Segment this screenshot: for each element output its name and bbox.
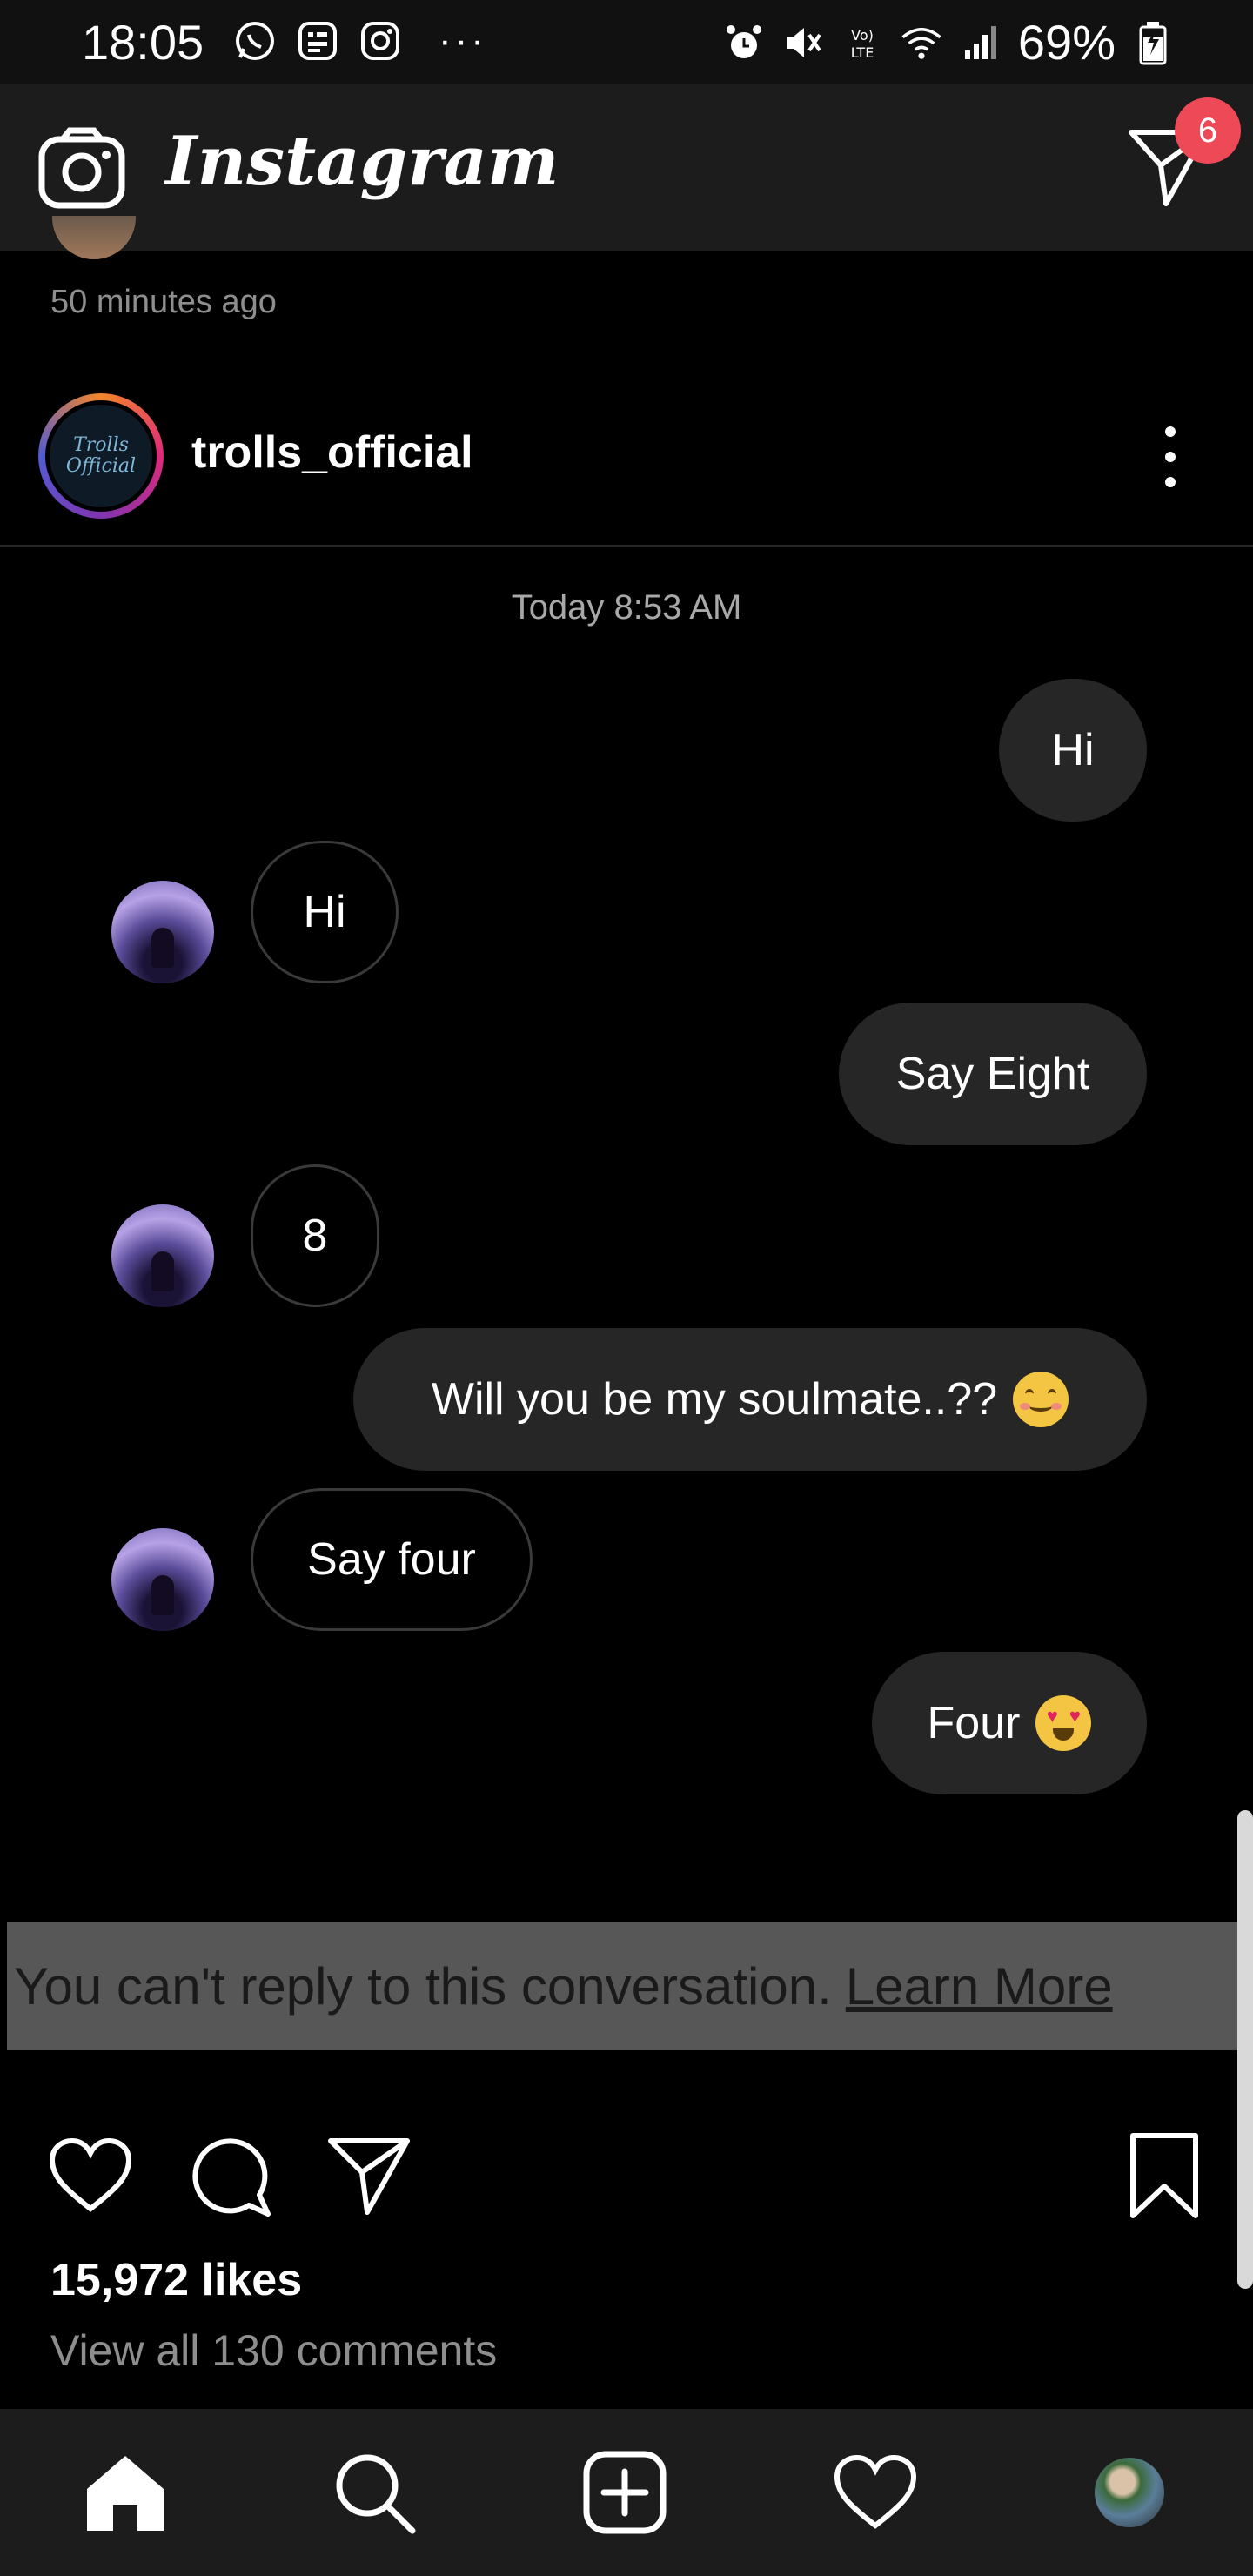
bookmark-icon[interactable] <box>1119 2130 1209 2221</box>
post-avatar[interactable]: Trolls Official <box>38 393 164 519</box>
post-avatar-logo: Trolls Official <box>50 405 152 507</box>
status-time: 18:05 <box>82 15 204 70</box>
svg-text:Vo): Vo) <box>851 27 874 44</box>
message-text: Say four <box>307 1534 476 1585</box>
more-options-icon[interactable] <box>1149 426 1192 487</box>
sender-avatar <box>111 881 214 983</box>
svg-text:LTE: LTE <box>851 44 874 61</box>
profile-avatar[interactable] <box>1084 2447 1175 2538</box>
message-bubble-sent: Say Eight <box>839 1003 1147 1145</box>
avatar <box>1095 2458 1164 2527</box>
more-notifications-icon: ··· <box>439 19 487 62</box>
scrollbar[interactable] <box>1237 1810 1253 2289</box>
activity-icon[interactable] <box>830 2447 921 2538</box>
smiling-face-emoji <box>1013 1372 1069 1427</box>
sender-avatar <box>111 1528 214 1631</box>
search-icon[interactable] <box>329 2447 419 2538</box>
message-text: Will you be my soulmate..?? <box>431 1374 998 1425</box>
like-icon[interactable] <box>45 2130 136 2221</box>
learn-more-link[interactable]: Learn More <box>846 1956 1113 2016</box>
sender-avatar <box>111 1204 214 1307</box>
battery-percent: 69% <box>1017 15 1116 70</box>
conversation-timestamp: Today 8:53 AM <box>511 588 742 627</box>
post-username[interactable]: trolls_official <box>191 426 473 479</box>
heart-eyes-emoji: ♥ ♥ <box>1035 1695 1092 1751</box>
message-bubble-sent: Will you be my soulmate..?? <box>353 1328 1147 1471</box>
message-bubble-received: 8 <box>251 1164 379 1307</box>
previous-post-time: 50 minutes ago <box>50 284 277 320</box>
instagram-logo: Instagram <box>165 122 559 201</box>
message-text: Hi <box>303 887 346 937</box>
mute-icon <box>781 21 825 64</box>
message-bubble-sent: Four ♥ ♥ <box>872 1652 1147 1794</box>
status-right-icons: Vo) LTE 69% <box>722 14 1175 70</box>
comment-icon[interactable] <box>184 2130 275 2221</box>
cannot-reply-banner: You can't reply to this conversation. Le… <box>7 1922 1246 2050</box>
previous-post-avatar <box>52 216 136 259</box>
home-icon[interactable] <box>80 2447 171 2538</box>
battery-icon <box>1131 21 1175 64</box>
likes-count[interactable]: 15,972 likes <box>50 2254 302 2306</box>
view-comments-link[interactable]: View all 130 comments <box>50 2325 497 2376</box>
message-text: Say Eight <box>895 1049 1090 1099</box>
signal-icon <box>959 21 1002 64</box>
instagram-icon <box>358 19 402 63</box>
post-header <box>0 372 1253 547</box>
sms-icon <box>296 19 339 63</box>
alarm-icon <box>722 21 766 64</box>
share-icon[interactable] <box>324 2130 414 2221</box>
message-bubble-received: Hi <box>251 841 399 983</box>
status-left-icons: ··· <box>233 19 487 63</box>
message-text: Four <box>927 1698 1021 1748</box>
dm-count-badge: 6 <box>1175 97 1241 164</box>
screen: 18:05 ··· Vo) LTE 69% Instagram 6 50 min… <box>0 0 1253 2576</box>
message-text: 8 <box>302 1211 328 1261</box>
cannot-reply-text: You can't reply to this conversation. <box>14 1956 832 2016</box>
whatsapp-icon <box>233 19 277 63</box>
new-post-icon[interactable] <box>580 2447 670 2538</box>
message-bubble-sent: Hi <box>999 679 1147 822</box>
wifi-icon <box>900 21 943 64</box>
message-text: Hi <box>1051 725 1095 775</box>
volte-icon: Vo) LTE <box>841 21 884 64</box>
camera-icon[interactable] <box>38 127 125 211</box>
message-bubble-received: Say four <box>251 1488 533 1631</box>
